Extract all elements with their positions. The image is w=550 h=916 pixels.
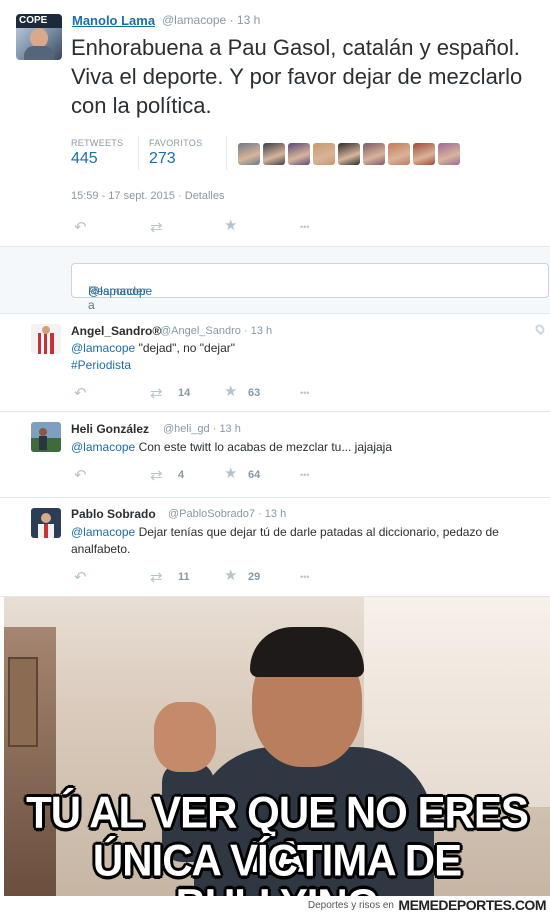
retweets-label: RETWEETS [71, 138, 124, 148]
stat-divider [226, 136, 227, 170]
reply-handle-time: @heli_gd · 13 h [163, 423, 241, 435]
favorite-icon[interactable]: ★ [224, 216, 237, 234]
reply-mention[interactable]: @lamacope [71, 440, 135, 454]
landscape-avatar-image [31, 422, 61, 452]
avatar-badge: COPE [16, 14, 62, 28]
favorites-count[interactable]: 273 [149, 150, 176, 168]
favoriter-avatar[interactable] [413, 143, 435, 165]
meme-caption-line2: ÚNICA VÍCTIMA DE BULLYING [92, 835, 462, 896]
avatar-face [30, 28, 48, 48]
footer-text: Deportes y risos en [307, 900, 394, 911]
favorites-label: FAVORITOS [149, 138, 203, 148]
reply-author-name[interactable]: Pablo Sobrado [71, 507, 156, 521]
retweet-count: 14 [178, 387, 191, 399]
footer-site[interactable]: MEMEDEPORTES.COM [398, 897, 546, 913]
reply-icon[interactable]: ↶ [74, 218, 87, 236]
favoriter-avatar[interactable] [288, 143, 310, 165]
favoriter-avatar[interactable] [438, 143, 460, 165]
reply-mention[interactable]: @lamacope [71, 525, 135, 539]
retweet-icon[interactable]: ⇄ [150, 466, 163, 484]
reply-handle-time: @Angel_Sandro · 13 h [160, 325, 273, 337]
reply-text: @lamacope Con este twitt lo acabas de me… [71, 440, 393, 454]
location-pin-icon [533, 322, 547, 336]
main-tweet: COPE Manolo Lama @lamacope · 13 h Enhora… [0, 0, 550, 246]
avatar-body [24, 46, 54, 60]
favorite-icon[interactable]: ★ [224, 382, 237, 400]
reply-input[interactable]: Responder a @lamacope [71, 263, 549, 312]
main-tweet-handle[interactable]: @lamacope [162, 13, 226, 27]
reply-text: @lamacope Dejar tenías que dejar tú de d… [71, 525, 499, 556]
reply-icon[interactable]: ↶ [74, 466, 87, 484]
reply-avatar[interactable] [31, 324, 61, 354]
main-tweet-time[interactable]: · 13 h [230, 13, 261, 27]
reply-author-name[interactable]: Heli González [71, 422, 149, 436]
jersey-avatar-image [31, 324, 61, 354]
reply-composer: Responder a @lamacope [0, 246, 550, 314]
reply-mention[interactable]: @lamacope [71, 341, 135, 355]
reply-icon[interactable]: ↶ [74, 384, 87, 402]
reply-tweet[interactable]: Angel_Sandro® @Angel_Sandro · 13 h @lama… [0, 314, 550, 412]
man-hair [250, 627, 364, 677]
main-tweet-author-name[interactable]: Manolo Lama [72, 13, 155, 28]
more-icon[interactable]: ••• [300, 222, 309, 232]
retweets-count[interactable]: 445 [71, 150, 98, 168]
football-avatar-image [31, 508, 61, 538]
favorite-count: 29 [248, 571, 261, 583]
main-tweet-date: 15:59 - 17 sept. 2015 · Detalles [71, 190, 225, 202]
more-icon[interactable]: ••• [300, 572, 309, 582]
favoriter-avatar[interactable] [338, 143, 360, 165]
retweet-icon[interactable]: ⇄ [150, 218, 163, 236]
more-icon[interactable]: ••• [300, 470, 309, 480]
retweet-count: 11 [178, 571, 190, 583]
main-tweet-avatar[interactable]: COPE [16, 14, 62, 60]
favorite-count: 63 [248, 387, 261, 399]
details-link[interactable]: Detalles [185, 190, 225, 202]
favorite-icon[interactable]: ★ [224, 464, 237, 482]
favorite-count: 64 [248, 469, 261, 481]
reply-author-name[interactable]: Angel_Sandro® [71, 324, 161, 338]
favoriter-avatar[interactable] [363, 143, 385, 165]
reply-avatar[interactable] [31, 422, 61, 452]
favoriter-avatar[interactable] [313, 143, 335, 165]
main-tweet-text: Enhorabuena a Pau Gasol, catalán y españ… [71, 35, 523, 118]
reply-avatar[interactable] [31, 508, 61, 538]
man-fist [154, 702, 216, 772]
tweet-timestamp[interactable]: 15:59 - 17 sept. 2015 · [71, 190, 182, 202]
reply-handle-time: @PabloSobrado7 · 13 h [168, 508, 287, 520]
reply-tweet[interactable]: Heli González @heli_gd · 13 h @lamacope … [0, 412, 550, 498]
main-tweet-handle-time: @lamacope · 13 h [162, 13, 260, 27]
retweet-icon[interactable]: ⇄ [150, 568, 163, 586]
reply-icon[interactable]: ↶ [74, 568, 87, 586]
favoriter-avatar[interactable] [238, 143, 260, 165]
favoriter-avatar[interactable] [263, 143, 285, 165]
meme-image: TÚ AL VER QUE NO ERES LA ÚNICA VÍCTIMA D… [4, 597, 550, 896]
favorite-icon[interactable]: ★ [224, 566, 237, 584]
reply-hashtag[interactable]: #Periodista [71, 358, 131, 372]
background-frame [8, 657, 38, 747]
more-icon[interactable]: ••• [300, 388, 309, 398]
retweet-count: 4 [178, 469, 185, 481]
reply-text: @lamacope "dejad", no "dejar" #Periodist… [71, 341, 235, 372]
reply-tweet[interactable]: Pablo Sobrado @PabloSobrado7 · 13 h @lam… [0, 498, 550, 597]
stat-divider [138, 136, 139, 170]
favoriter-avatar[interactable] [388, 143, 410, 165]
retweet-icon[interactable]: ⇄ [150, 384, 163, 402]
watermark-footer: Deportes y risos en MEMEDEPORTES.COM [0, 896, 550, 916]
